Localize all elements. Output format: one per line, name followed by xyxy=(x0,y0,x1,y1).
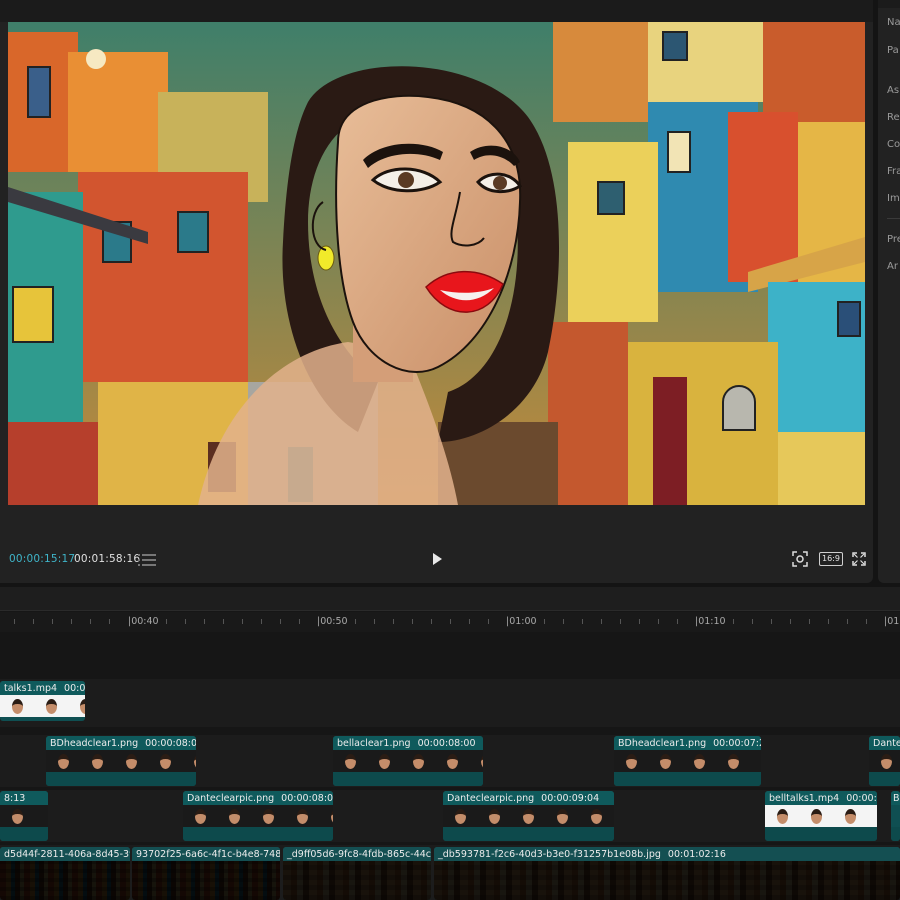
fullscreen-icon[interactable] xyxy=(852,552,866,566)
timeline-clip[interactable]: BDheadclear1.png 00:00:08:00 xyxy=(46,736,196,786)
prop-label-preview: Pre xyxy=(887,234,900,245)
timeline-clip[interactable]: Dante xyxy=(869,736,900,786)
clip-name: _d9ff05d6-9fc8-4fdb-865c-44cfd xyxy=(287,848,431,860)
timeline-clip[interactable]: Danteclearpic.png 00:00:09:04 xyxy=(443,791,614,841)
ruler-label: |00:40 xyxy=(128,616,159,627)
ruler-label: |01 xyxy=(884,616,900,627)
clip-thumbnails xyxy=(0,805,48,827)
clip-name: Danteclearpic.png xyxy=(447,792,535,804)
clip-duration: 00:00:07:26 xyxy=(713,737,761,749)
timeline-clip[interactable]: BDheadclear1.png 00:00:07:26 xyxy=(614,736,761,786)
prop-label-aspect: As xyxy=(887,85,900,96)
timeline-clip[interactable]: Danteclearpic.png 00:00:08:00 xyxy=(183,791,333,841)
clip-duration: 00:00:06 xyxy=(846,792,877,804)
clip-name: talks1.mp4 xyxy=(4,682,58,694)
clip-thumbnails xyxy=(0,695,85,717)
clip-name: bellaclear1.png xyxy=(337,737,411,749)
play-icon[interactable] xyxy=(430,552,444,566)
track-lane xyxy=(0,679,900,727)
clip-thumbnails xyxy=(46,750,196,772)
prop-label-codec: Co xyxy=(887,139,900,150)
clip-name: 8:13 xyxy=(4,792,26,804)
clip-thumbnails xyxy=(443,805,614,827)
prop-label-path: Pa xyxy=(887,45,899,56)
clip-thumbnails xyxy=(765,805,877,827)
clip-thumbnails xyxy=(614,750,761,772)
preview-frame-artwork xyxy=(8,22,865,505)
ruler-label: |01:00 xyxy=(506,616,537,627)
properties-topbar xyxy=(878,0,900,8)
prop-label-resolution: Re xyxy=(887,112,900,123)
prop-label-frame-rate: Fra xyxy=(887,166,900,177)
clip-name: B xyxy=(893,792,900,804)
editor-window: 00:00:15:17 00:01:58:16 16:9 Na Pa As Re… xyxy=(0,0,900,900)
prop-divider xyxy=(887,218,900,219)
properties-panel: Na Pa As Re Co Fra Im Pre Ar xyxy=(878,0,900,583)
timeline-clip[interactable]: _db593781-f2c6-40d3-b3e0-f31257b1e08b.jp… xyxy=(434,847,900,900)
clip-name: BDheadclear1.png xyxy=(618,737,707,749)
clip-thumbnails xyxy=(0,861,130,900)
ruler-label: |01:10 xyxy=(695,616,726,627)
clip-duration: 00:00:09:04 xyxy=(541,792,600,804)
clip-name: belltalks1.mp4 xyxy=(769,792,840,804)
list-icon[interactable] xyxy=(138,553,156,567)
clip-name: d5d44f-2811-406a-8d45-396 xyxy=(4,848,130,860)
timeline-panel: |00:40 |00:50 |01:00 |01:10 |01 talks1.m… xyxy=(0,587,900,900)
screenshot-icon[interactable] xyxy=(792,551,808,567)
preview-panel: 00:00:15:17 00:01:58:16 16:9 xyxy=(0,0,873,583)
clip-duration: 00:00:06 xyxy=(64,682,85,694)
timeline-clip[interactable]: B xyxy=(891,791,900,841)
clip-duration: 00:00:08:00 xyxy=(417,737,476,749)
timeline-clip[interactable]: d5d44f-2811-406a-8d45-396 xyxy=(0,847,130,900)
clip-name: Danteclearpic.png xyxy=(187,792,275,804)
clip-duration: 00:01:02:16 xyxy=(667,848,726,860)
clip-duration: 00:00:08:00 xyxy=(281,792,333,804)
ruler-label: |00:50 xyxy=(317,616,348,627)
aspect-ratio-button[interactable]: 16:9 xyxy=(819,552,843,566)
clip-thumbnails xyxy=(434,861,900,900)
preview-canvas[interactable] xyxy=(8,22,865,505)
clip-name: _db593781-f2c6-40d3-b3e0-f31257b1e08b.jp… xyxy=(438,848,661,860)
prop-label-artist: Ar xyxy=(887,261,898,272)
timeline-clip[interactable]: belltalks1.mp4 00:00:06 xyxy=(765,791,877,841)
clip-duration: 00:00:08:00 xyxy=(145,737,196,749)
clip-thumbnails xyxy=(333,750,483,772)
timeline-clip[interactable]: _d9ff05d6-9fc8-4fdb-865c-44cfd xyxy=(283,847,431,900)
prop-label-imported: Im xyxy=(887,193,900,204)
timeline-clip[interactable]: 8:13 xyxy=(0,791,48,841)
clip-thumbnails xyxy=(869,750,900,772)
timeline-toolbar xyxy=(0,587,900,611)
current-timecode: 00:00:15:17 xyxy=(9,553,76,565)
timeline-ruler[interactable]: |00:40 |00:50 |01:00 |01:10 |01 xyxy=(0,612,900,632)
clip-thumbnails xyxy=(283,861,431,900)
timeline-clip[interactable]: talks1.mp4 00:00:06 xyxy=(0,681,85,721)
preview-topbar xyxy=(0,0,873,22)
prop-label-name: Na xyxy=(887,17,900,28)
clip-thumbnails xyxy=(132,861,280,900)
timeline-clip[interactable]: bellaclear1.png 00:00:08:00 xyxy=(333,736,483,786)
total-timecode: 00:01:58:16 xyxy=(74,553,141,565)
player-controls: 00:00:15:17 00:01:58:16 16:9 xyxy=(0,545,873,575)
clip-name: 93702f25-6a6c-4f1c-b4e8-7487 xyxy=(136,848,280,860)
timeline-clip[interactable]: 93702f25-6a6c-4f1c-b4e8-7487 xyxy=(132,847,280,900)
clip-name: Dante xyxy=(873,737,900,749)
clip-name: BDheadclear1.png xyxy=(50,737,139,749)
clip-thumbnails xyxy=(183,805,333,827)
